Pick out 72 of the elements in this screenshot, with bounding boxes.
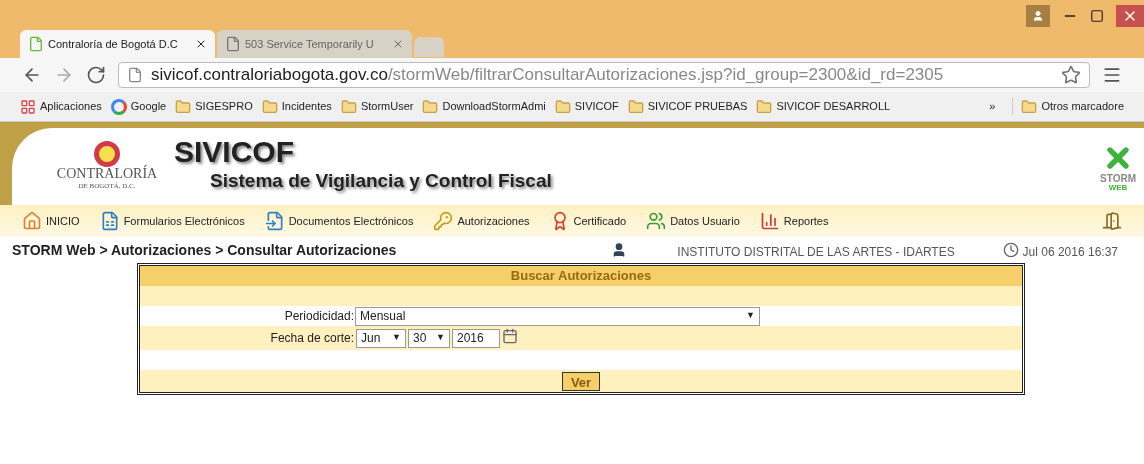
- folder-icon: [1021, 98, 1038, 115]
- app-name: SIVICOF: [174, 137, 295, 168]
- field-label: Fecha de corte:: [269, 330, 354, 347]
- day-dropdown[interactable]: 30 ▼: [408, 328, 450, 348]
- breadcrumb: STORM Web > Autorizaciones > Consultar Autorizaciones: [12, 240, 397, 260]
- folder-icon: [554, 98, 571, 115]
- grid-icon: [20, 98, 36, 115]
- dropdown-arrow-icon: ▼: [392, 331, 401, 345]
- document-icon: [264, 211, 285, 231]
- org-name: CONTRALORÍA: [56, 167, 158, 182]
- folder-icon: [261, 98, 278, 115]
- tab-title: Contraloría de Bogotá D.C: [48, 36, 179, 52]
- bookmark[interactable]: Otros marcadore: [1012, 98, 1124, 115]
- bookmark[interactable]: DownloadStormAdmi: [422, 98, 546, 115]
- calendar-icon[interactable]: [502, 328, 518, 344]
- folder-icon: [175, 98, 192, 115]
- date-time: Jul 06 2016 16:37: [1022, 244, 1118, 261]
- folder-icon: [422, 98, 439, 115]
- entity-name: INSTITUTO DISTRITAL DE LAS ARTES - IDARTES: [677, 244, 955, 261]
- door-icon[interactable]: [1102, 211, 1122, 231]
- bookmark[interactable]: SIGESPRO: [175, 98, 253, 115]
- star-icon[interactable]: [1061, 65, 1081, 85]
- field-label: Periodicidad:: [283, 308, 354, 325]
- maximize-icon[interactable]: [1090, 9, 1104, 23]
- profile-button[interactable]: [1026, 5, 1050, 27]
- page-icon: [225, 36, 241, 52]
- nav-item[interactable]: Reportes: [759, 211, 829, 231]
- url-text: sivicof.contraloriabogota.gov.co/stormWeb/filtrarConsultarAutorizaciones.jsp?id_group=2300&id_rd=2305: [151, 64, 945, 87]
- folder-icon: [340, 98, 357, 115]
- folder-icon: [627, 98, 644, 115]
- year-input[interactable]: 2016: [452, 328, 500, 348]
- close-icon[interactable]: [195, 38, 207, 50]
- bookmark[interactable]: SIVICOF DESARROLL: [756, 98, 891, 115]
- nav-item[interactable]: Autorizaciones: [433, 211, 530, 231]
- app-subtitle: Sistema de Vigilancia y Control Fiscal: [210, 169, 552, 194]
- clock-icon: [1002, 242, 1019, 258]
- users-icon: [646, 211, 667, 231]
- page-icon: [28, 36, 44, 52]
- dropdown-arrow-icon: ▼: [436, 331, 445, 345]
- nav-item[interactable]: INICIO: [22, 211, 80, 231]
- brand-subtitle: WEB: [1108, 183, 1128, 192]
- bookmark[interactable]: SIVICOF: [554, 98, 619, 115]
- bookmark[interactable]: SIVICOF PRUEBAS: [627, 98, 748, 115]
- form-title: Buscar Autorizaciones: [510, 267, 652, 286]
- bookmark[interactable]: Aplicaciones: [20, 98, 102, 115]
- month-dropdown[interactable]: Jun ▼: [356, 328, 406, 348]
- key-icon: [433, 211, 454, 231]
- submit-button[interactable]: Ver: [561, 371, 601, 391]
- tab-title: 503 Service Temporarily U: [245, 36, 375, 52]
- bookmark[interactable]: Google: [110, 98, 167, 115]
- nav-item[interactable]: Datos Usuario: [646, 211, 740, 231]
- menu-icon[interactable]: [1102, 65, 1122, 85]
- more-bookmarks[interactable]: »: [989, 98, 996, 115]
- browser-tab[interactable]: Contraloría de Bogotá D.C: [20, 30, 215, 58]
- bar-chart-icon: [759, 211, 780, 231]
- bookmark[interactable]: Incidentes: [261, 98, 332, 115]
- dropdown-arrow-icon: ▼: [746, 309, 755, 323]
- house-icon: [22, 211, 42, 231]
- browser-tab[interactable]: 503 Service Temporarily U: [217, 30, 412, 58]
- brand-name: STORM: [1100, 173, 1136, 184]
- address-bar[interactable]: sivicof.contraloriabogota.gov.co/stormWeb/filtrarConsultarAutorizaciones.jsp?id_group=2300&id_rd=2305: [118, 62, 1090, 88]
- person-icon: [1032, 10, 1044, 22]
- google-icon: [110, 98, 127, 115]
- folder-icon: [756, 98, 773, 115]
- page-icon: [127, 67, 143, 83]
- nav-item[interactable]: Documentos Electrónicos: [264, 211, 414, 231]
- periodicity-dropdown[interactable]: Mensual ▼: [355, 306, 760, 326]
- bookmark[interactable]: StormUser: [340, 98, 414, 115]
- nav-item[interactable]: Certificado: [549, 211, 627, 231]
- reload-icon[interactable]: [86, 65, 106, 85]
- nav-item[interactable]: Formularios Electrónicos: [99, 211, 245, 231]
- close-button[interactable]: [1116, 5, 1144, 27]
